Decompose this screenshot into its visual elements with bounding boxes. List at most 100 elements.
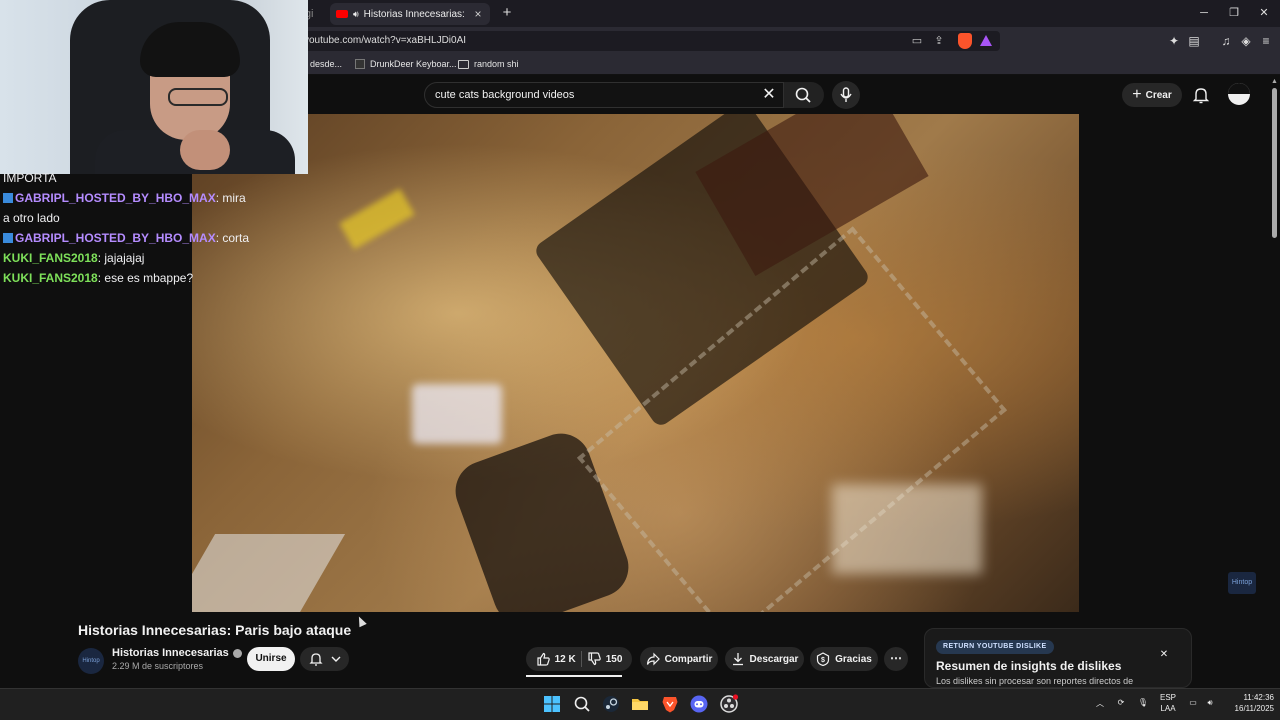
bookmark-label: desde...	[310, 59, 343, 69]
share-arrow-icon	[646, 652, 660, 666]
video-scene-debris	[832, 484, 982, 574]
account-avatar[interactable]	[1228, 83, 1250, 105]
channel-avatar[interactable]: Hintop	[78, 648, 104, 674]
speaker-icon[interactable]: 🔊︎	[353, 9, 359, 20]
clock-date: 16/11/2025	[1234, 704, 1274, 713]
subscription-bell-button[interactable]	[300, 647, 349, 671]
chat-text: jajajajaj	[104, 251, 145, 265]
clock[interactable]: 11:42:36 16/11/2025	[1222, 692, 1274, 714]
brave-rewards-icon[interactable]	[980, 35, 992, 46]
tray-microphone-icon[interactable]: 🎙︎	[1136, 697, 1150, 708]
plus-icon: +	[1132, 86, 1142, 103]
sub-badge-icon	[3, 233, 13, 243]
mouse-cursor-icon	[355, 614, 367, 628]
bookmark-label: random shi	[474, 59, 519, 69]
create-label: Crear	[1145, 89, 1172, 101]
steam-icon[interactable]	[601, 694, 621, 714]
create-button[interactable]: + Crear	[1122, 83, 1182, 107]
search-button[interactable]	[784, 82, 824, 108]
restore-button[interactable]: ❐	[1222, 4, 1246, 22]
share-icon[interactable]: ⇪	[932, 34, 946, 48]
chevron-down-icon	[331, 656, 340, 662]
chat-username[interactable]: KUKI_FANS2018	[3, 251, 98, 265]
video-scene-car	[192, 534, 346, 612]
video-scene-light	[412, 384, 502, 444]
sidebar-icon[interactable]: ▤	[1186, 33, 1202, 49]
youtube-favicon-icon	[336, 10, 348, 18]
bookmark-label: DrunkDeer Keyboar...	[370, 59, 457, 69]
bookmark-folder[interactable]: random shi	[458, 56, 519, 72]
dislike-count: 150	[605, 653, 623, 665]
clear-search-icon[interactable]: ✕	[760, 86, 778, 104]
chat-username[interactable]: GABRIPL_HOSTED_BY_HBO_MAX	[15, 191, 216, 205]
stream-chat: IMPORTA GABRIPL_HOSTED_BY_HBO_MAX: mira …	[0, 168, 250, 298]
windows-start-icon[interactable]	[542, 694, 562, 714]
page-scrollbar[interactable]	[1272, 88, 1277, 238]
scroll-up-arrow[interactable]: ▲	[1270, 78, 1279, 86]
cast-icon[interactable]: ▭	[910, 34, 924, 48]
vpn-icon[interactable]: ◈	[1238, 33, 1254, 49]
chat-message: KUKI_FANS2018: ese es mbappe?	[3, 271, 194, 285]
webcam-hair	[140, 22, 240, 77]
close-window-button[interactable]: ✕	[1252, 4, 1276, 22]
thanks-label: Gracias	[835, 653, 872, 665]
bookmark-item[interactable]: DrunkDeer Keyboar...	[355, 56, 457, 72]
chat-message: GABRIPL_HOSTED_BY_HBO_MAX: corta	[0, 228, 250, 248]
chat-text: IMPORTA	[3, 171, 57, 185]
like-dislike-group: 12 K 150	[526, 647, 632, 671]
channel-watermark[interactable]: Hintop	[1228, 572, 1256, 594]
extensions-icon[interactable]: ✦	[1166, 33, 1182, 49]
webcam-hand	[180, 130, 230, 170]
video-player[interactable]	[192, 114, 1079, 612]
new-tab-button[interactable]: +	[498, 4, 516, 22]
video-scene-sign	[339, 188, 415, 250]
brave-shield-icon[interactable]	[958, 33, 972, 49]
webcam-overlay	[0, 0, 308, 174]
chat-text: ese es mbappe?	[104, 271, 194, 285]
dislike-button[interactable]: 150	[587, 652, 623, 666]
channel-name-label: Historias Innecesarias	[112, 647, 229, 659]
channel-name[interactable]: Historias Innecesarias	[112, 647, 242, 659]
notifications-button[interactable]	[1192, 86, 1210, 104]
share-button[interactable]: Compartir	[640, 647, 718, 671]
language-indicator[interactable]: ESP LAA	[1156, 692, 1180, 714]
voice-search-button[interactable]	[832, 81, 860, 109]
chat-message: GABRIPL_HOSTED_BY_HBO_MAX: mira a otro l…	[3, 191, 246, 225]
minimize-button[interactable]: ─	[1192, 4, 1216, 22]
tray-overflow-icon[interactable]: ︿	[1094, 698, 1106, 709]
webcam-glasses	[168, 88, 228, 106]
media-icon[interactable]: ♫	[1218, 33, 1234, 49]
more-actions-button[interactable]: ⋯	[884, 647, 908, 671]
network-icon[interactable]: ▭	[1186, 697, 1200, 708]
language-code: ESP	[1159, 693, 1176, 702]
like-button[interactable]: 12 K	[536, 652, 576, 666]
close-panel-icon[interactable]: ✕	[1158, 649, 1170, 661]
thanks-button[interactable]: $ Gracias	[810, 647, 878, 671]
chat-username[interactable]: KUKI_FANS2018	[3, 271, 98, 285]
sync-icon[interactable]: ⟳	[1114, 697, 1128, 708]
join-button[interactable]: Unirse	[247, 647, 295, 671]
discord-icon[interactable]	[689, 694, 709, 714]
chat-message: IMPORTA	[0, 168, 250, 188]
url-field[interactable]: youtube.com/watch?v=xaBHLJDi0AI	[300, 31, 1000, 51]
tab-close-icon[interactable]: ×	[472, 7, 484, 21]
download-button[interactable]: Descargar	[725, 647, 804, 671]
menu-icon[interactable]: ≡	[1258, 33, 1274, 49]
folder-icon	[458, 59, 469, 69]
file-explorer-icon[interactable]	[630, 694, 650, 714]
chat-username[interactable]: GABRIPL_HOSTED_BY_HBO_MAX	[15, 231, 216, 245]
obs-icon[interactable]	[719, 694, 739, 714]
taskbar-search-icon[interactable]	[572, 694, 592, 714]
bookmark-item[interactable]: desde...	[310, 56, 342, 72]
sub-badge-icon	[3, 193, 13, 203]
brave-browser-icon[interactable]	[660, 694, 680, 714]
chat-message: KUKI_FANS2018: jajajajaj	[3, 251, 145, 265]
download-icon	[732, 653, 743, 666]
tab-active[interactable]: 🔊︎ Historias Innecesarias: Paris b ×	[330, 3, 490, 25]
panel-title: Resumen de insights de dislikes	[936, 659, 1122, 673]
search-input[interactable]: cute cats background videos	[424, 82, 784, 108]
bell-icon	[308, 653, 323, 666]
volume-icon[interactable]: 🔊︎	[1203, 697, 1217, 708]
layout-code: LAA	[1160, 704, 1176, 713]
subscriber-count: 2.29 M de suscriptores	[112, 661, 204, 671]
